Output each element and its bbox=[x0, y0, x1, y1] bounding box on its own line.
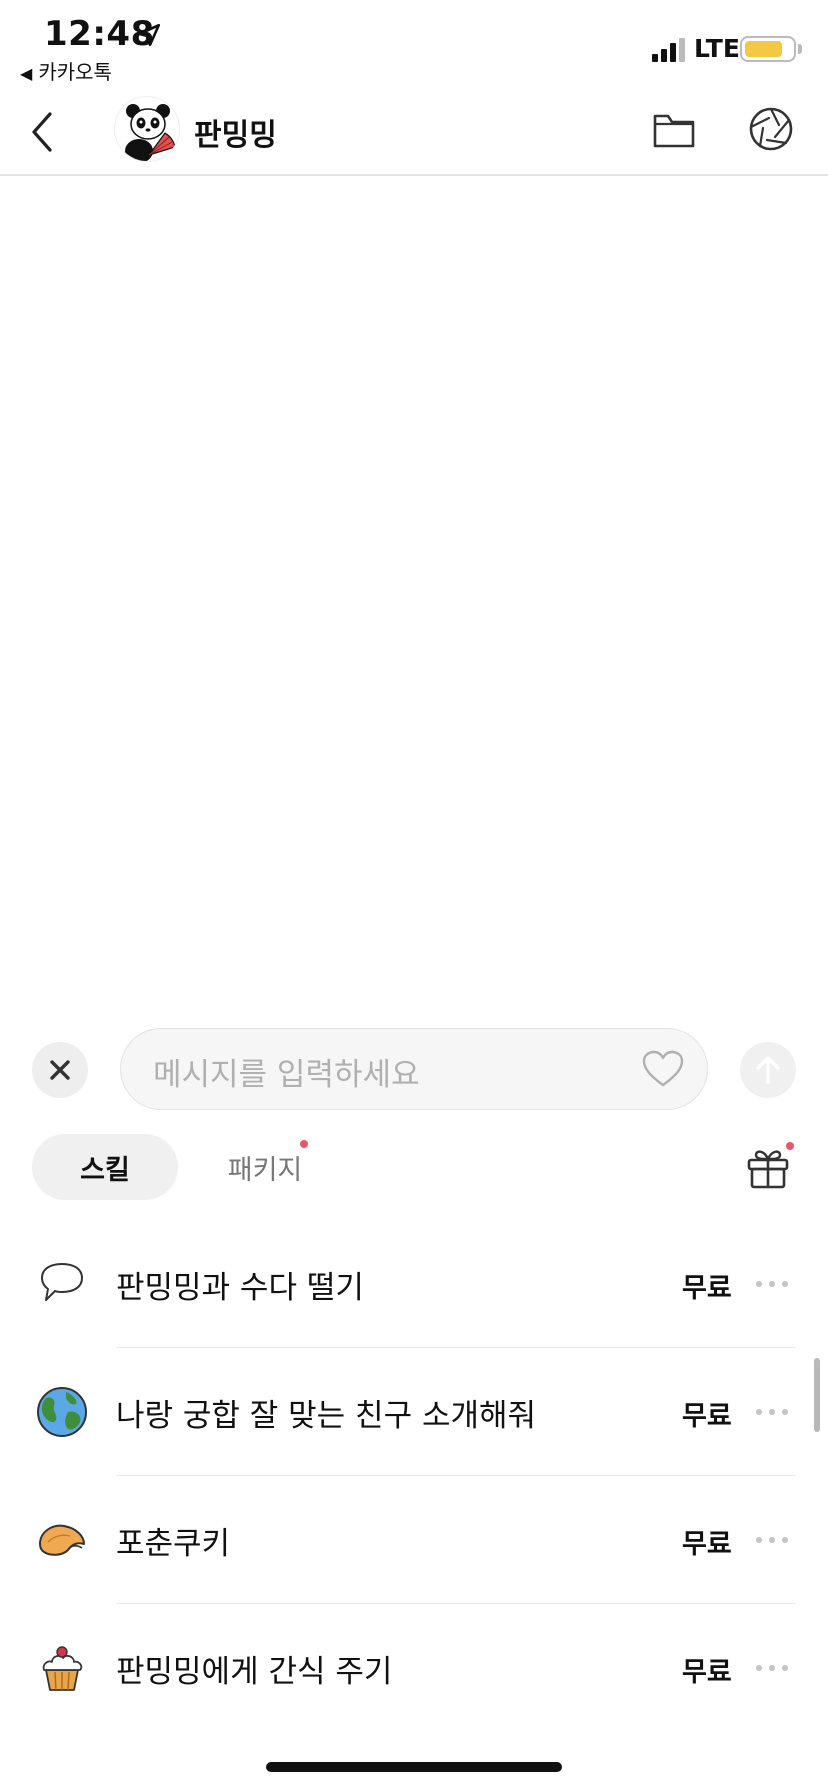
panda-avatar-icon bbox=[125, 104, 176, 161]
list-item[interactable]: 판밍밍에게 간식 주기 무료 bbox=[0, 1604, 828, 1732]
battery-icon bbox=[740, 36, 796, 62]
more-icon[interactable] bbox=[756, 1528, 788, 1552]
folder-icon[interactable] bbox=[652, 110, 696, 150]
list-item[interactable]: 포춘쿠키 무료 bbox=[0, 1476, 828, 1604]
cellular-signal-icon bbox=[652, 38, 685, 62]
network-type: LTE bbox=[694, 34, 740, 63]
home-indicator[interactable] bbox=[266, 1762, 562, 1772]
package-notification-dot bbox=[300, 1140, 308, 1148]
scrollbar[interactable] bbox=[814, 1358, 820, 1432]
skill-label: 포춘쿠키 bbox=[116, 1526, 231, 1562]
speech-bubble-icon bbox=[41, 1263, 83, 1301]
skill-tabs: 스킬 패키지 bbox=[0, 1132, 828, 1202]
list-item[interactable]: 판밍밍과 수다 떨기 무료 bbox=[0, 1220, 828, 1348]
skill-list: 판밍밍과 수다 떨기 무료 나랑 궁합 잘 맞는 친구 소개해줘 무료 포춘쿠키… bbox=[0, 1220, 828, 1732]
fortune-cookie-icon bbox=[39, 1524, 85, 1556]
back-triangle-icon: ◀ bbox=[20, 64, 33, 83]
send-button[interactable] bbox=[740, 1042, 796, 1098]
skill-label: 나랑 궁합 잘 맞는 친구 소개해줘 bbox=[116, 1398, 537, 1434]
tab-skill[interactable]: 스킬 bbox=[32, 1134, 178, 1200]
gift-notification-dot bbox=[786, 1142, 794, 1150]
skill-price: 무료 bbox=[682, 1273, 732, 1304]
skill-price: 무료 bbox=[682, 1401, 732, 1432]
avatar[interactable] bbox=[114, 96, 180, 162]
skill-label: 판밍밍에게 간식 주기 bbox=[116, 1654, 393, 1690]
skill-label: 판밍밍과 수다 떨기 bbox=[116, 1270, 364, 1306]
back-to-app-link[interactable]: ◀ 카카오톡 bbox=[20, 56, 112, 85]
status-bar: 12:48 ◀ 카카오톡 LTE bbox=[0, 0, 828, 88]
arrow-up-icon bbox=[756, 1056, 780, 1084]
location-arrow-icon bbox=[137, 23, 161, 47]
list-item[interactable]: 나랑 궁합 잘 맞는 친구 소개해줘 무료 bbox=[0, 1348, 828, 1476]
message-composer: 메시지를 입력하세요 bbox=[0, 1026, 828, 1110]
more-icon[interactable] bbox=[756, 1400, 788, 1424]
more-icon[interactable] bbox=[756, 1272, 788, 1296]
message-placeholder: 메시지를 입력하세요 bbox=[153, 1057, 420, 1093]
heart-icon[interactable] bbox=[641, 1049, 685, 1089]
message-input[interactable]: 메시지를 입력하세요 bbox=[120, 1028, 708, 1110]
chat-header: 판밍밍 bbox=[0, 88, 828, 176]
back-app-label: 카카오톡 bbox=[38, 60, 112, 84]
camera-aperture-icon[interactable] bbox=[748, 106, 794, 152]
cupcake-icon bbox=[42, 1646, 83, 1691]
close-icon bbox=[50, 1060, 70, 1080]
close-button[interactable] bbox=[32, 1042, 88, 1098]
skill-price: 무료 bbox=[682, 1657, 732, 1688]
skill-price: 무료 bbox=[682, 1529, 732, 1560]
more-icon[interactable] bbox=[756, 1656, 788, 1680]
chat-title: 판밍밍 bbox=[194, 118, 277, 153]
chevron-left-icon[interactable] bbox=[26, 110, 60, 154]
gift-icon[interactable] bbox=[746, 1144, 790, 1190]
globe-icon bbox=[37, 1387, 87, 1437]
